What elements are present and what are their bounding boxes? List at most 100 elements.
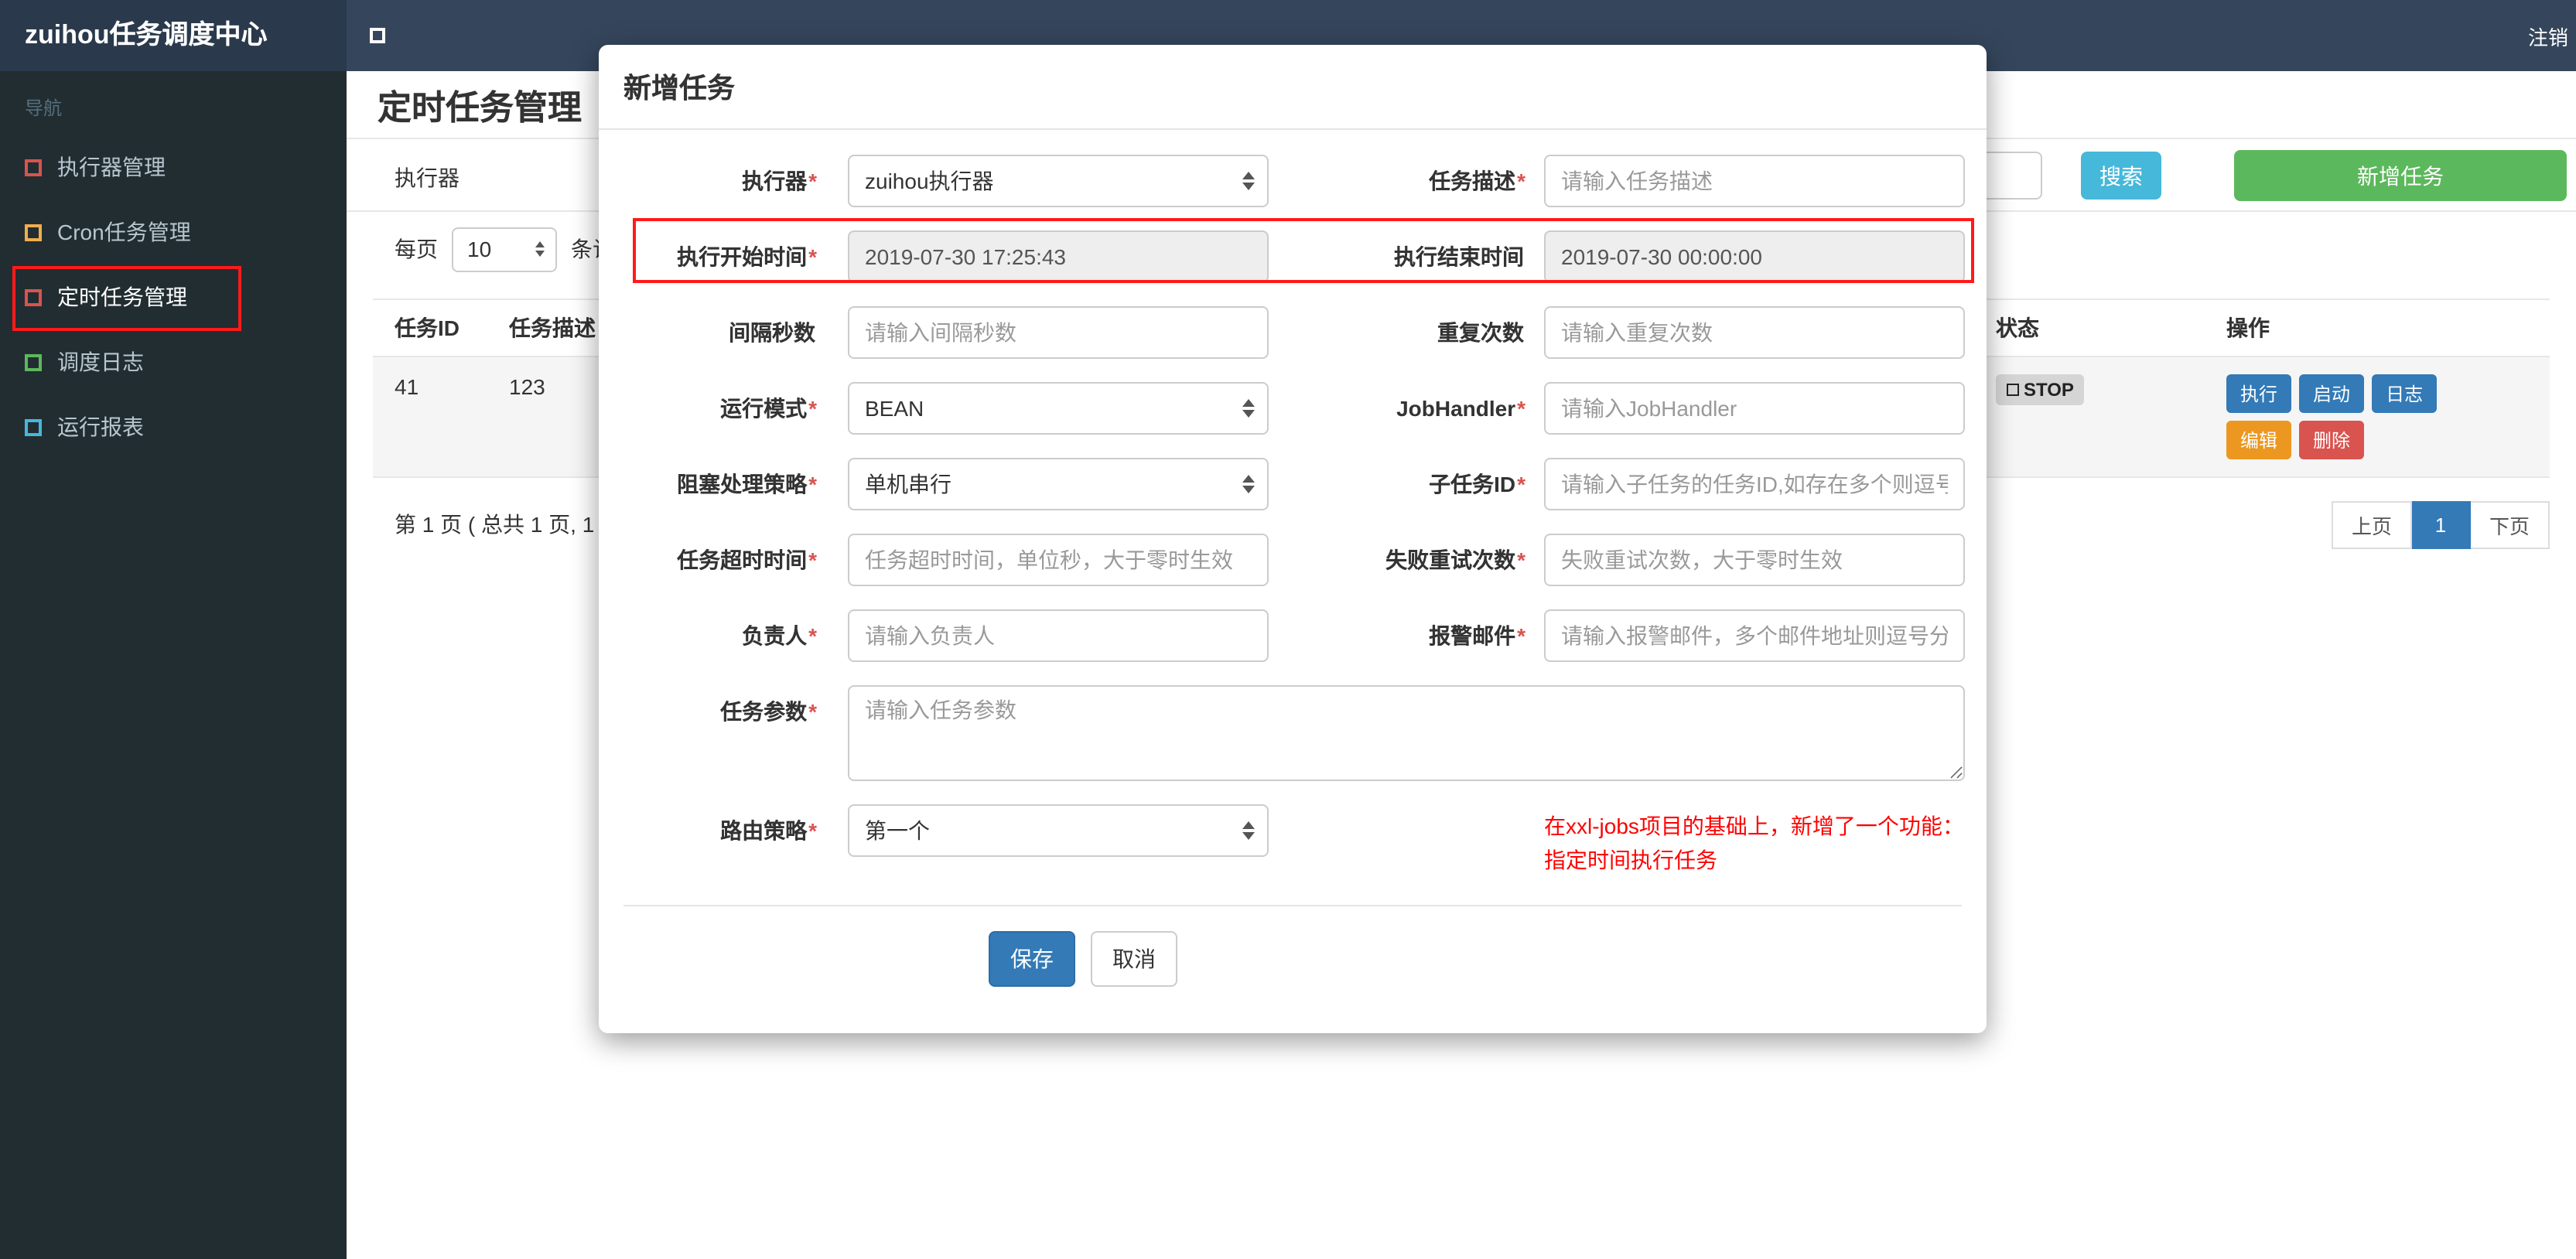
start-time-label: 执行开始时间 * [677,244,817,269]
select-arrows-icon [535,241,545,257]
sidebar: 导航 执行器管理 Cron任务管理 定时任务管理 调度日志运行报表 [0,71,347,1259]
row-action-启动-button[interactable]: 启动 [2299,374,2365,413]
jobhandler-label: JobHandler * [1396,396,1525,421]
sidebar-item-schedule-log[interactable]: 调度日志 [0,329,347,394]
retry-count-input[interactable] [1544,534,1965,586]
executor-filter-label: 执行器 [395,165,460,190]
sidebar-toggle-icon[interactable] [370,28,385,43]
task-params-textarea[interactable] [848,685,1965,781]
select-arrows-icon [1242,399,1255,418]
next-page-button[interactable]: 下页 [2470,501,2550,549]
end-time-label: 执行结束时间 [1394,244,1524,269]
sidebar-item-label: Cron任务管理 [57,220,191,244]
executor-manage-icon [25,159,42,176]
add-task-button[interactable]: 新增任务 [2234,150,2567,201]
col-header-task-id: 任务ID [373,299,487,357]
pagination-summary: 第 1 页 ( 总共 1 页, 1 [395,512,595,537]
route-strategy-select[interactable]: 第一个 [848,804,1269,857]
sidebar-item-label: 定时任务管理 [57,285,187,309]
retry-count-label: 失败重试次数 * [1385,548,1525,572]
page-title: 定时任务管理 [378,87,583,126]
pager: 上页 1 下页 [2331,501,2550,549]
sidebar-item-label: 调度日志 [57,350,144,374]
row-action-日志-button[interactable]: 日志 [2372,374,2438,413]
search-button[interactable]: 搜索 [2081,152,2161,200]
sidebar-nav: 执行器管理 Cron任务管理 定时任务管理 调度日志运行报表 [0,135,347,459]
new-task-modal: 新增任务 执行器* zuihou执行器 任务描述* 执行开始时间* 执行结束时间… [599,45,1987,1033]
route-strategy-label: 路由策略 * [720,818,817,843]
feature-note: 在xxl-jobs项目的基础上，新增了一个功能： 指定时间执行任务 [1544,804,1964,877]
page-number-button[interactable]: 1 [2411,501,2471,549]
feature-note-line1: 在xxl-jobs项目的基础上，新增了一个功能： [1544,814,1964,838]
executor-select[interactable]: zuihou执行器 [848,155,1269,207]
alarm-email-label: 报警邮件 * [1429,623,1525,648]
nav-section-header: 导航 [25,97,63,119]
block-strategy-label: 阻塞处理策略 * [677,472,817,496]
interval-label: 间隔秒数 [729,320,815,345]
cell-status: STOP [1974,357,2205,478]
start-time-input[interactable] [848,230,1269,283]
repeat-count-label: 重复次数 [1437,320,1524,345]
logout-link[interactable]: 注销 [2528,21,2576,50]
owner-label: 负责人 * [742,623,817,648]
sidebar-item-label: 执行器管理 [57,155,166,179]
sidebar-item-cron-task[interactable]: Cron任务管理 [0,200,347,264]
modal-body: 执行器* zuihou执行器 任务描述* 执行开始时间* 执行结束时间 间隔秒数… [599,130,1987,1033]
per-page-select[interactable]: 10 [452,227,557,271]
sidebar-item-label: 运行报表 [57,415,144,439]
run-mode-label: 运行模式 * [720,396,817,421]
col-header-action: 操作 [2205,299,2550,357]
run-mode-select[interactable]: BEAN [848,382,1269,435]
brand-title: zuihou任务调度中心 [0,0,347,71]
modal-title: 新增任务 [624,73,735,104]
cell-actions: 执行 启动 日志编辑 删除 [2205,357,2550,478]
per-page-value: 10 [467,237,492,261]
route-strategy-select-value: 第一个 [865,818,930,843]
repeat-count-input[interactable] [1544,306,1965,359]
executor-label: 执行器 * [742,169,817,193]
interval-input[interactable] [848,306,1269,359]
sidebar-item-run-report[interactable]: 运行报表 [0,394,347,459]
jobhandler-input[interactable] [1544,382,1965,435]
owner-input[interactable] [848,609,1269,662]
row-action-编辑-button[interactable]: 编辑 [2226,421,2292,459]
row-action-buttons: 执行 启动 日志编辑 删除 [2226,374,2446,459]
block-strategy-select[interactable]: 单机串行 [848,458,1269,510]
child-task-label: 子任务ID * [1429,472,1525,496]
select-arrows-icon [1242,475,1255,493]
end-time-input[interactable] [1544,230,1965,283]
schedule-log-icon [25,353,42,370]
cancel-button[interactable]: 取消 [1091,931,1177,987]
cell-task-id: 41 [373,357,487,478]
modal-footer: 保存 取消 [873,931,1293,1033]
row-action-执行-button[interactable]: 执行 [2226,374,2292,413]
alarm-email-input[interactable] [1544,609,1965,662]
block-strategy-select-value: 单机串行 [865,472,951,496]
prev-page-button[interactable]: 上页 [2331,501,2412,549]
col-header-status: 状态 [1974,299,2205,357]
task-params-label: 任务参数 * [720,699,817,724]
select-arrows-icon [1242,172,1255,190]
select-arrows-icon [1242,821,1255,840]
per-page-prefix-label: 每页 [395,237,438,261]
status-badge: STOP [1996,374,2085,405]
timeout-input[interactable] [848,534,1269,586]
sidebar-item-timed-task[interactable]: 定时任务管理 [0,264,347,329]
app-root: zuihou任务调度中心 注销 导航 执行器管理 Cron任务管理 定时任务管理 调度… [0,0,2576,1259]
modal-header: 新增任务 [599,45,1987,130]
child-task-input[interactable] [1544,458,1965,510]
save-button[interactable]: 保存 [989,931,1075,987]
timed-task-icon [25,288,42,305]
task-desc-input[interactable] [1544,155,1965,207]
run-report-icon [25,418,42,435]
timeout-label: 任务超时时间 * [677,548,817,572]
status-badge-label: STOP [2024,379,2074,401]
cron-task-icon [25,223,42,241]
modal-divider [624,905,1962,906]
row-action-删除-button[interactable]: 删除 [2299,421,2365,459]
run-mode-select-value: BEAN [865,396,924,421]
stop-square-icon [2007,384,2019,396]
sidebar-item-executor-manage[interactable]: 执行器管理 [0,135,347,200]
executor-select-value: zuihou执行器 [865,169,994,193]
feature-note-line2: 指定时间执行任务 [1544,848,1717,872]
